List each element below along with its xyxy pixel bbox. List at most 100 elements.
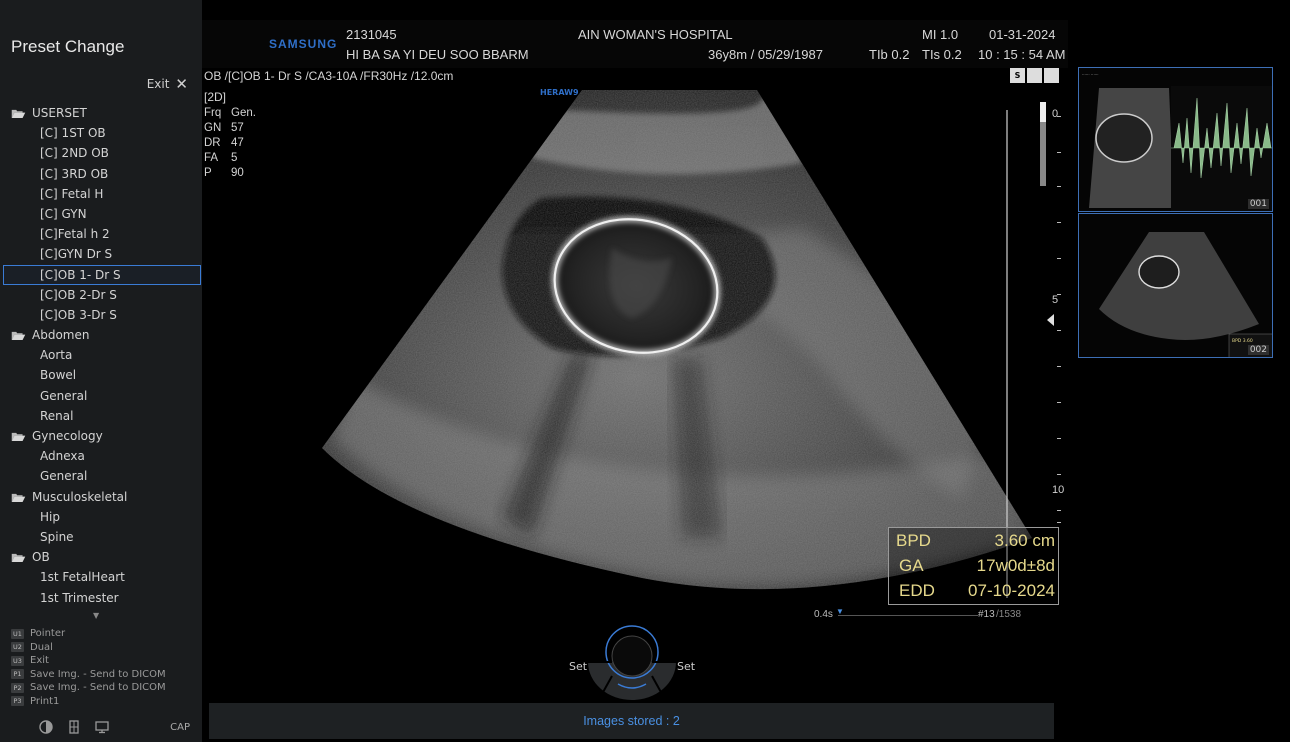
close-icon: ✕ [175, 75, 188, 93]
tree-folder[interactable]: OB [0, 547, 202, 567]
exit-button[interactable]: Exit ✕ [147, 75, 188, 93]
tree-item[interactable]: 1st FetalHeart [0, 567, 202, 587]
thumbnail-2[interactable]: BPD 3.60 002 [1078, 213, 1273, 358]
cine-time: 0.4s [814, 609, 833, 620]
thumbnail-2-number: 002 [1247, 345, 1269, 355]
tree-item[interactable]: [C]OB 3-Dr S [0, 305, 202, 325]
shortcut-row: P3 Print1 [11, 695, 166, 709]
edd-label: EDD [899, 581, 935, 600]
tree-label: [C] GYN [40, 206, 87, 221]
bottom-toolbar: CAP [0, 714, 202, 740]
tree-folder[interactable]: Abdomen [0, 325, 202, 345]
patient-id: 2131045 [346, 27, 397, 42]
set-left-button[interactable]: Set [569, 660, 587, 673]
exam-time: 10 : 15 : 54 AM [978, 47, 1066, 62]
svg-text:BPD 3.60: BPD 3.60 [1232, 338, 1253, 344]
tree-folder[interactable]: Gynecology [0, 426, 202, 446]
tree-label: General [40, 469, 88, 484]
thumbnail-1-image: ······ ······ [1079, 68, 1272, 211]
tree-label: Adnexa [40, 449, 85, 464]
folder-open-icon [11, 493, 26, 502]
monitor-icon[interactable] [95, 720, 109, 734]
cine-total: /1538 [996, 609, 1022, 620]
depth-tick [1057, 510, 1061, 511]
tree-item[interactable]: [C] 1ST OB [0, 123, 202, 143]
caps-lock-indicator: CAP [170, 722, 190, 733]
tree-item[interactable]: [C] Fetal H [0, 184, 202, 204]
patient-age-dob: 36y8m / 05/29/1987 [708, 47, 823, 62]
param-value: 47 [231, 137, 244, 149]
probe-icon[interactable] [67, 720, 81, 734]
tree-label: OB [32, 550, 50, 565]
shortcut-row: U1 Pointer [11, 627, 166, 641]
param-row: FA 5 [204, 152, 256, 167]
tree-item[interactable]: Spine [0, 527, 202, 547]
tree-item[interactable]: General [0, 386, 202, 406]
shortcut-key: P1 [11, 669, 24, 680]
tree-item[interactable]: [C] 2ND OB [0, 143, 202, 163]
param-key: Frq [204, 107, 222, 119]
hospital-name: AIN WOMAN'S HOSPITAL [578, 27, 733, 42]
tree-item[interactable]: Adnexa [0, 446, 202, 466]
param-key: GN [204, 122, 222, 134]
tree-label: [C] 3RD OB [40, 166, 109, 181]
depth-label: 0 [1052, 108, 1059, 120]
tree-item[interactable]: General [0, 466, 202, 486]
shortcut-key: P3 [11, 696, 24, 707]
depth-label: 10 [1052, 484, 1065, 496]
status-bar: Images stored : 2 [209, 703, 1054, 739]
tree-label: 1st FetalHeart [40, 570, 125, 585]
depth-tick [1057, 222, 1061, 223]
param-row: P 90 [204, 167, 256, 182]
thumbnail-1[interactable]: ······ ······ 001 [1078, 67, 1273, 212]
tree-label: [C]Fetal h 2 [40, 227, 110, 242]
thumbnail-1-number: 001 [1247, 199, 1269, 209]
tree-label: [C] 2ND OB [40, 146, 109, 161]
depth-label: 5 [1052, 294, 1059, 306]
s-vision-icon: S [1010, 68, 1025, 83]
cine-bar[interactable]: 0.4s ▼ #13 /1538 [812, 607, 1052, 623]
bpd-label: BPD [896, 531, 931, 550]
tree-label: [C]GYN Dr S [40, 247, 113, 262]
probe-mode-icon [1027, 68, 1042, 83]
set-right-button[interactable]: Set [677, 660, 695, 673]
thumbnail-2-image: BPD 3.60 [1079, 214, 1272, 357]
shortcut-row: P2 Save Img. - Send to DICOM [11, 681, 166, 695]
tree-item[interactable]: Aorta [0, 345, 202, 365]
tree-folder[interactable]: USERSET [0, 103, 202, 123]
trackball-control[interactable] [582, 622, 682, 702]
images-stored-text: Images stored : 2 [583, 714, 680, 728]
tree-item[interactable]: 1st Trimester [0, 588, 202, 608]
tree-item[interactable]: [C]OB 1- Dr S [3, 264, 201, 285]
thermal-index-bone: TIb 0.2 [869, 47, 910, 62]
tree-item[interactable]: [C]Fetal h 2 [0, 224, 202, 244]
cine-frame: #13 [978, 609, 995, 620]
tree-item[interactable]: Hip [0, 507, 202, 527]
shortcut-label: Exit [30, 655, 49, 667]
shortcut-label: Dual [30, 641, 53, 653]
mechanical-index: MI 1.0 [922, 27, 959, 42]
depth-tick [1057, 438, 1061, 439]
cine-track[interactable] [838, 615, 978, 616]
tree-label: Aorta [40, 348, 73, 363]
exam-date: 01-31-2024 [989, 27, 1056, 42]
tree-item[interactable]: Bowel [0, 365, 202, 385]
scroll-down-icon[interactable]: ▼ [93, 611, 99, 620]
shortcut-row: U2 Dual [11, 641, 166, 655]
depth-tick [1057, 330, 1061, 331]
brand-logo: SAMSUNG [269, 37, 338, 51]
shortcut-label: Save Img. - Send to DICOM [30, 668, 166, 680]
tree-item[interactable]: [C]GYN Dr S [0, 244, 202, 264]
tree-item[interactable]: [C] 3RD OB [0, 164, 202, 184]
tree-item[interactable]: [C]OB 2-Dr S [0, 285, 202, 305]
param-value: 90 [231, 167, 244, 179]
brightness-icon[interactable] [39, 720, 53, 734]
tree-item[interactable]: [C] GYN [0, 204, 202, 224]
tree-item[interactable]: Renal [0, 406, 202, 426]
tree-folder[interactable]: Musculoskeletal [0, 487, 202, 507]
tree-label: [C] 1ST OB [40, 126, 106, 141]
probe-tag: HERAW9 [540, 88, 579, 97]
svg-text:······ ······: ······ ······ [1082, 72, 1099, 77]
imaging-params: Frq Gen. GN 57 DR 47 FA 5 P 90 [204, 107, 256, 182]
measurement-box[interactable]: BPD 3.60 cm GA 17w0d±8d EDD 07-10-2024 [888, 527, 1059, 605]
